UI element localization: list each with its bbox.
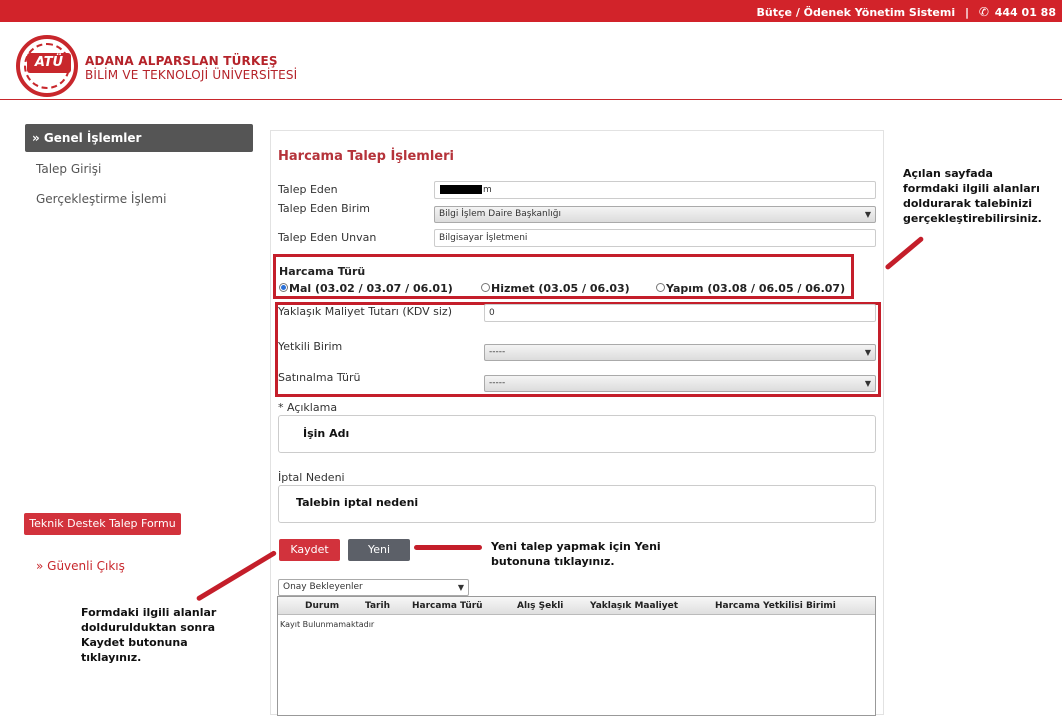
site-header: ATÜ ADANA ALPARSLAN TÜRKEŞ BİLİM VE TEKN… — [0, 22, 1062, 100]
radio-hizmet[interactable] — [481, 283, 490, 292]
maliyet-input[interactable]: 0 — [484, 304, 876, 322]
note-kaydet-line: tıklayınız. — [81, 651, 142, 664]
note-right-line: doldurarak talebinizi — [903, 197, 1033, 210]
radio-yapim-label[interactable]: Yapım (03.08 / 06.05 / 06.07) — [666, 282, 845, 295]
column-header-tarih[interactable]: Tarih — [365, 601, 390, 611]
harcama-turu-label: Harcama Türü — [279, 265, 366, 278]
table-header: Durum Tarih Harcama Türü Alış Şekli Yakl… — [278, 597, 875, 615]
dropdown-arrow-icon: ▼ — [864, 210, 871, 219]
sidebar-item-talep-girisi[interactable]: Talep Girişi — [36, 162, 101, 176]
column-header-harcama-turu[interactable]: Harcama Türü — [412, 601, 483, 611]
note-right-line: formdaki ilgili alanları — [903, 182, 1040, 195]
table-empty-message: Kayıt Bulunmamaktadır — [280, 620, 375, 629]
talep-eden-value: m — [483, 185, 492, 195]
university-name-line2: BİLİM VE TEKNOLOJİ ÜNİVERSİTESİ — [85, 68, 298, 82]
note-kaydet: Formdaki ilgili alanlar doldurulduktan s… — [81, 605, 216, 665]
annotation-arrow-yeni — [414, 545, 482, 550]
note-yeni: Yeni talep yapmak için Yeni butonuna tık… — [491, 539, 661, 569]
phone-number: 444 01 88 — [994, 6, 1056, 19]
note-right-line: gerçekleştirebilirsiniz. — [903, 212, 1042, 225]
university-name-line1: ADANA ALPARSLAN TÜRKEŞ — [85, 54, 278, 68]
radio-mal[interactable] — [279, 283, 288, 292]
talep-eden-birim-label: Talep Eden Birim — [278, 202, 371, 215]
note-yeni-line: Yeni talep yapmak için Yeni — [491, 540, 661, 553]
sidebar-item-gerceklestirme[interactable]: Gerçekleştirme İşlemi — [36, 192, 166, 206]
satinalma-label: Satınalma Türü — [278, 371, 361, 384]
yetkili-birim-label: Yetkili Birim — [278, 340, 343, 353]
aciklama-label: * Açıklama — [278, 401, 338, 414]
top-bar-info: Bütçe / Ödenek Yönetim Sistemi | ✆ 444 0… — [757, 5, 1056, 19]
note-kaydet-line: Kaydet butonuna — [81, 636, 188, 649]
maliyet-value: 0 — [489, 308, 495, 318]
column-header-maaliyet[interactable]: Yaklaşık Maaliyet — [590, 601, 678, 611]
talep-eden-birim-value: Bilgi İşlem Daire Başkanlığı — [439, 209, 561, 219]
radio-yapim[interactable] — [656, 283, 665, 292]
dropdown-arrow-icon: ▼ — [864, 379, 871, 388]
satinalma-select[interactable]: ----- ▼ — [484, 375, 876, 392]
status-filter-select[interactable]: Onay Bekleyenler ▼ — [278, 579, 469, 596]
talep-eden-label: Talep Eden — [278, 183, 338, 196]
system-name: Bütçe / Ödenek Yönetim Sistemi — [756, 6, 956, 19]
iptal-nedeni-value: Talebin iptal nedeni — [296, 496, 419, 509]
column-header-alis-sekli[interactable]: Alış Şekli — [517, 601, 563, 611]
aciklama-value: İşin Adı — [303, 427, 350, 440]
redaction-mark — [440, 185, 482, 194]
column-header-durum[interactable]: Durum — [305, 601, 339, 611]
maliyet-label: Yaklaşık Maliyet Tutarı (KDV siz) — [278, 305, 453, 318]
talep-eden-input[interactable]: m — [434, 181, 876, 199]
radio-hizmet-label[interactable]: Hizmet (03.05 / 06.03) — [491, 282, 630, 295]
annotation-arrow-kaydet — [195, 549, 278, 602]
note-kaydet-line: Formdaki ilgili alanlar — [81, 606, 217, 619]
annotation-arrow-right — [884, 235, 925, 271]
talep-eden-unvan-value: Bilgisayar İşletmeni — [439, 233, 528, 243]
support-form-button[interactable]: Teknik Destek Talep Formu — [24, 513, 181, 535]
separator: | — [964, 6, 969, 19]
dropdown-arrow-icon: ▼ — [864, 348, 871, 357]
requests-table: Durum Tarih Harcama Türü Alış Şekli Yakl… — [277, 596, 876, 716]
page-title: Harcama Talep İşlemleri — [278, 149, 454, 164]
yetkili-birim-value: ----- — [489, 347, 506, 357]
satinalma-value: ----- — [489, 378, 506, 388]
logout-link[interactable]: » Güvenli Çıkış — [36, 559, 125, 573]
sidebar-header-genel-islemler[interactable]: » Genel İşlemler — [25, 124, 253, 152]
note-right: Açılan sayfada formdaki ilgili alanları … — [903, 166, 1042, 226]
iptal-nedeni-textarea[interactable]: Talebin iptal nedeni — [278, 485, 876, 523]
radio-mal-label[interactable]: Mal (03.02 / 03.07 / 06.01) — [289, 282, 453, 295]
note-kaydet-line: doldurulduktan sonra — [81, 621, 216, 634]
talep-eden-unvan-input[interactable]: Bilgisayar İşletmeni — [434, 229, 876, 247]
iptal-nedeni-label: İptal Nedeni — [278, 471, 345, 484]
note-yeni-line: butonuna tıklayınız. — [491, 555, 615, 568]
logo-text: ATÜ — [27, 53, 71, 73]
yetkili-birim-select[interactable]: ----- ▼ — [484, 344, 876, 361]
university-logo[interactable]: ATÜ — [16, 35, 78, 97]
aciklama-textarea[interactable]: İşin Adı — [278, 415, 876, 453]
talep-eden-unvan-label: Talep Eden Unvan — [278, 231, 377, 244]
new-button[interactable]: Yeni — [348, 539, 410, 561]
dropdown-arrow-icon: ▼ — [457, 583, 464, 592]
talep-eden-birim-select[interactable]: Bilgi İşlem Daire Başkanlığı ▼ — [434, 206, 876, 223]
note-right-line: Açılan sayfada — [903, 167, 993, 180]
phone-icon: ✆ — [978, 5, 989, 19]
status-filter-value: Onay Bekleyenler — [283, 582, 363, 592]
save-button[interactable]: Kaydet — [279, 539, 340, 561]
column-header-yetkili-birimi[interactable]: Harcama Yetkilisi Birimi — [715, 601, 836, 611]
top-bar: Bütçe / Ödenek Yönetim Sistemi | ✆ 444 0… — [0, 0, 1062, 22]
